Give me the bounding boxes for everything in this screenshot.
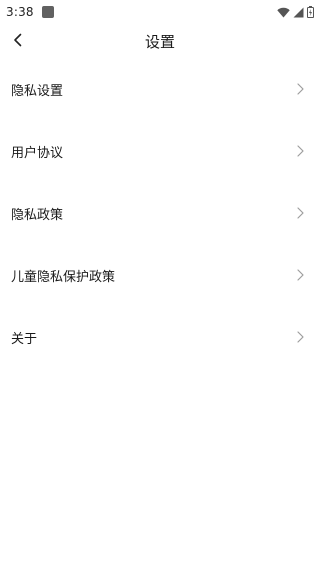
chevron-right-icon [297,207,304,219]
settings-item-label: 关于 [11,331,38,347]
status-bar: 3:38 [0,0,320,24]
battery-charging-icon [307,6,314,18]
page-title: 设置 [144,33,175,51]
chevron-right-icon [297,145,304,157]
chevron-right-icon [297,83,304,95]
settings-item-about[interactable]: 关于 [0,306,320,368]
status-left: 3:38 [6,5,54,19]
settings-item-privacy-policy[interactable]: 隐私政策 [0,182,320,244]
settings-item-privacy-settings[interactable]: 隐私设置 [0,58,320,120]
settings-item-child-privacy-policy[interactable]: 儿童隐私保护政策 [0,244,320,306]
chevron-right-icon [297,331,304,343]
notification-square-icon [41,6,54,18]
status-time: 3:38 [6,5,34,19]
settings-list: 隐私设置 用户协议 隐私政策 儿童隐私保护政策 关于 [0,58,320,368]
cell-signal-icon [293,7,304,18]
settings-item-label: 用户协议 [11,145,64,161]
settings-item-label: 隐私政策 [11,207,64,223]
settings-item-label: 儿童隐私保护政策 [11,269,116,285]
wifi-icon [277,7,290,18]
settings-screen: 3:38 设置 隐私设置 用户协议 隐私政策 儿童隐私保护政策 关于 [0,0,320,568]
status-right [277,6,314,18]
settings-item-user-agreement[interactable]: 用户协议 [0,120,320,182]
settings-item-label: 隐私设置 [11,83,64,99]
top-app-bar: 设置 [0,24,320,58]
chevron-right-icon [297,269,304,281]
